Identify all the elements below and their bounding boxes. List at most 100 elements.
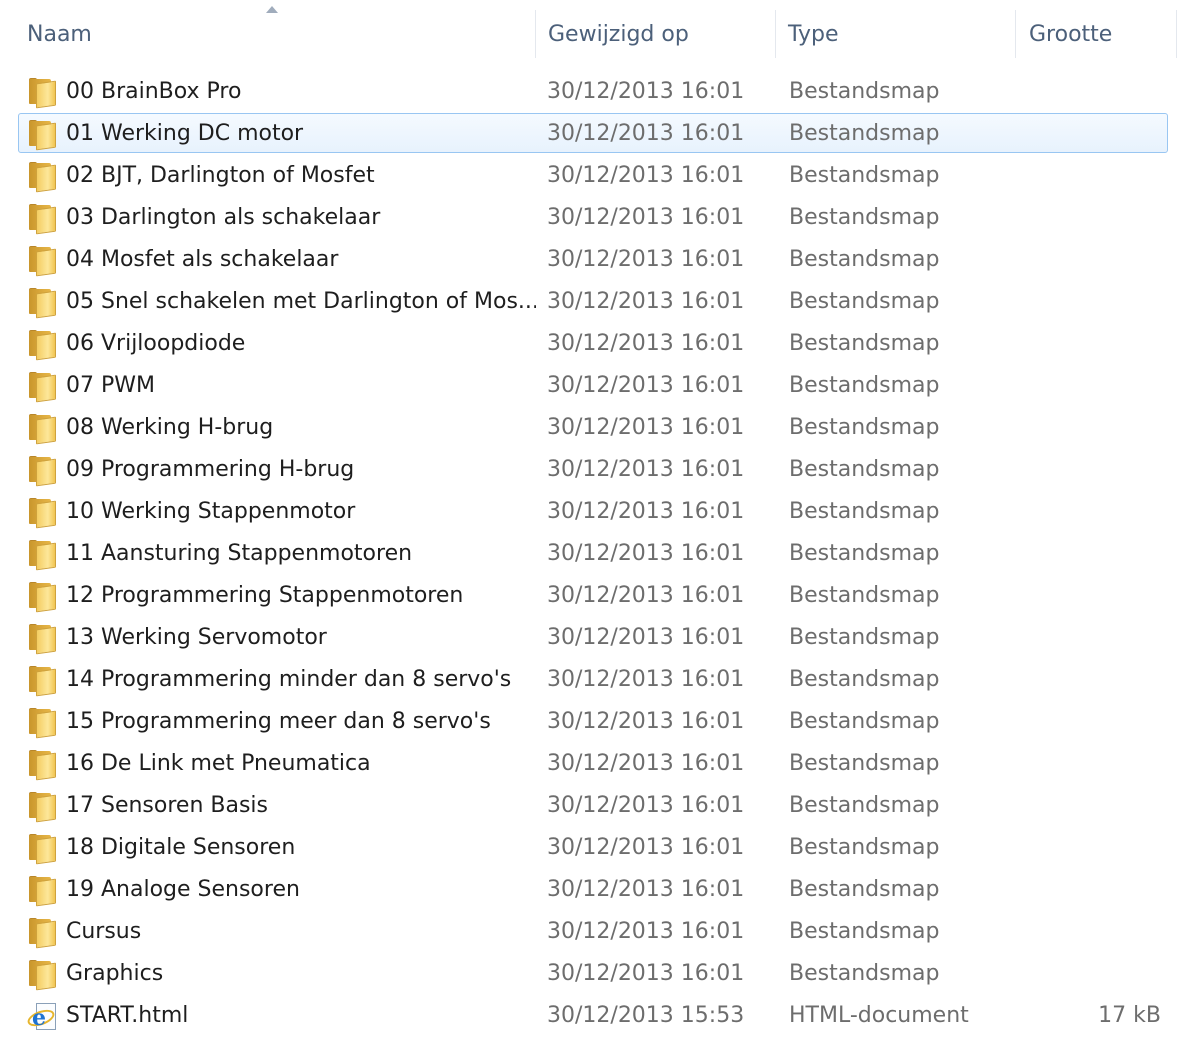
item-size — [1019, 744, 1161, 784]
file-row[interactable]: e START.html 30/12/2013 15:53 HTML-document… — [18, 995, 1168, 1035]
folder-row[interactable]: 16 De Link met Pneumatica 30/12/2013 16:0… — [18, 743, 1168, 783]
column-header-modified-label: Gewijzigd op — [548, 21, 689, 47]
item-name: 05 Snel schakelen met Darlington of Mos.… — [66, 289, 536, 314]
folder-icon — [28, 372, 58, 403]
html-file-icon: e — [25, 1002, 58, 1030]
item-type: HTML-document — [789, 1003, 969, 1028]
column-divider[interactable] — [1176, 10, 1177, 58]
folder-icon — [28, 246, 58, 277]
folder-icon — [28, 876, 58, 907]
item-size — [1019, 492, 1161, 532]
item-modified-date: 30/12/2013 16:01 — [547, 793, 745, 818]
item-modified-date: 30/12/2013 16:01 — [547, 247, 745, 272]
folder-icon — [28, 288, 58, 319]
folder-row[interactable]: 00 BrainBox Pro 30/12/2013 16:01 Bestandsm… — [18, 71, 1168, 111]
folder-row[interactable]: Graphics 30/12/2013 16:01 Bestandsmap — [18, 953, 1168, 993]
item-name: START.html — [66, 1003, 189, 1028]
folder-icon — [28, 708, 58, 739]
folder-icon — [28, 414, 58, 445]
item-type: Bestandsmap — [789, 835, 940, 860]
item-size — [1019, 618, 1161, 658]
folder-icon — [28, 666, 58, 697]
folder-row[interactable]: Cursus 30/12/2013 16:01 Bestandsmap — [18, 911, 1168, 951]
item-name: 12 Programmering Stappenmotoren — [66, 583, 464, 608]
item-type: Bestandsmap — [789, 247, 940, 272]
column-header-name[interactable]: Naam — [18, 10, 535, 58]
item-type: Bestandsmap — [789, 541, 940, 566]
item-name: 07 PWM — [66, 373, 155, 398]
folder-row[interactable]: 03 Darlington als schakelaar 30/12/2013 1… — [18, 197, 1168, 237]
item-modified-date: 30/12/2013 16:01 — [547, 205, 745, 230]
item-type: Bestandsmap — [789, 877, 940, 902]
folder-icon — [28, 78, 58, 109]
item-size: 17 kB — [1098, 1003, 1161, 1028]
column-divider[interactable] — [775, 10, 776, 58]
column-divider[interactable] — [1015, 10, 1016, 58]
folder-row[interactable]: 02 BJT, Darlington of Mosfet 30/12/2013 1… — [18, 155, 1168, 195]
item-type: Bestandsmap — [789, 79, 940, 104]
item-name: 06 Vrijloopdiode — [66, 331, 246, 356]
item-size — [1019, 786, 1161, 826]
column-header-type[interactable]: Type — [779, 10, 1015, 58]
column-header-modified[interactable]: Gewijzigd op — [539, 10, 775, 58]
item-type: Bestandsmap — [789, 793, 940, 818]
folder-row[interactable]: 18 Digitale Sensoren 30/12/2013 16:01 Best… — [18, 827, 1168, 867]
item-name: 17 Sensoren Basis — [66, 793, 268, 818]
item-name: 10 Werking Stappenmotor — [66, 499, 356, 524]
folder-row[interactable]: 17 Sensoren Basis 30/12/2013 16:01 Bestand… — [18, 785, 1168, 825]
folder-row[interactable]: 08 Werking H-brug 30/12/2013 16:01 Bestand… — [18, 407, 1168, 447]
item-name: 03 Darlington als schakelaar — [66, 205, 381, 230]
item-size — [1019, 324, 1161, 364]
folder-row[interactable]: 15 Programmering meer dan 8 servo's 30/12… — [18, 701, 1168, 741]
item-modified-date: 30/12/2013 16:01 — [547, 961, 745, 986]
folder-row[interactable]: 12 Programmering Stappenmotoren 30/12/201… — [18, 575, 1168, 615]
item-modified-date: 30/12/2013 16:01 — [547, 121, 745, 146]
item-type: Bestandsmap — [789, 583, 940, 608]
item-modified-date: 30/12/2013 16:01 — [547, 751, 745, 776]
item-size — [1019, 450, 1161, 490]
sort-ascending-icon — [266, 6, 278, 13]
column-header-size[interactable]: Grootte — [1020, 10, 1176, 58]
folder-row[interactable]: 01 Werking DC motor 30/12/2013 16:01 Besta… — [18, 113, 1168, 153]
item-size — [1019, 240, 1161, 280]
item-size — [1019, 576, 1161, 616]
item-size — [1019, 72, 1161, 112]
folder-row[interactable]: 04 Mosfet als schakelaar 30/12/2013 16:01… — [18, 239, 1168, 279]
column-divider[interactable] — [535, 10, 536, 58]
item-type: Bestandsmap — [789, 163, 940, 188]
item-name: 08 Werking H-brug — [66, 415, 274, 440]
item-modified-date: 30/12/2013 16:01 — [547, 541, 745, 566]
item-name: 14 Programmering minder dan 8 servo's — [66, 667, 512, 692]
folder-row[interactable]: 11 Aansturing Stappenmotoren 30/12/2013 1… — [18, 533, 1168, 573]
folder-row[interactable]: 05 Snel schakelen met Darlington of Mos.… — [18, 281, 1168, 321]
folder-row[interactable]: 19 Analoge Sensoren 30/12/2013 16:01 Besta… — [18, 869, 1168, 909]
item-size — [1019, 114, 1161, 154]
item-type: Bestandsmap — [789, 331, 940, 356]
item-name: 11 Aansturing Stappenmotoren — [66, 541, 413, 566]
folder-row[interactable]: 07 PWM 30/12/2013 16:01 Bestandsmap — [18, 365, 1168, 405]
item-size — [1019, 408, 1161, 448]
item-type: Bestandsmap — [789, 751, 940, 776]
item-size — [1019, 954, 1161, 994]
folder-icon — [28, 918, 58, 949]
item-modified-date: 30/12/2013 16:01 — [547, 289, 745, 314]
folder-row[interactable]: 10 Werking Stappenmotor 30/12/2013 16:01 B… — [18, 491, 1168, 531]
item-type: Bestandsmap — [789, 961, 940, 986]
item-name: 19 Analoge Sensoren — [66, 877, 300, 902]
folder-row[interactable]: 09 Programmering H-brug 30/12/2013 16:01 B… — [18, 449, 1168, 489]
item-name: Cursus — [66, 919, 142, 944]
item-modified-date: 30/12/2013 15:53 — [547, 1003, 745, 1028]
folder-icon — [28, 582, 58, 613]
item-name: 15 Programmering meer dan 8 servo's — [66, 709, 491, 734]
folder-icon — [28, 540, 58, 571]
folder-row[interactable]: 14 Programmering minder dan 8 servo's 30/… — [18, 659, 1168, 699]
item-modified-date: 30/12/2013 16:01 — [547, 877, 745, 902]
folder-row[interactable]: 06 Vrijloopdiode 30/12/2013 16:01 Bestands… — [18, 323, 1168, 363]
folder-row[interactable]: 13 Werking Servomotor 30/12/2013 16:01 Bes… — [18, 617, 1168, 657]
item-type: Bestandsmap — [789, 667, 940, 692]
item-name: 01 Werking DC motor — [66, 121, 304, 146]
item-name: 18 Digitale Sensoren — [66, 835, 296, 860]
item-modified-date: 30/12/2013 16:01 — [547, 667, 745, 692]
folder-icon — [28, 456, 58, 487]
folder-icon — [28, 834, 58, 865]
